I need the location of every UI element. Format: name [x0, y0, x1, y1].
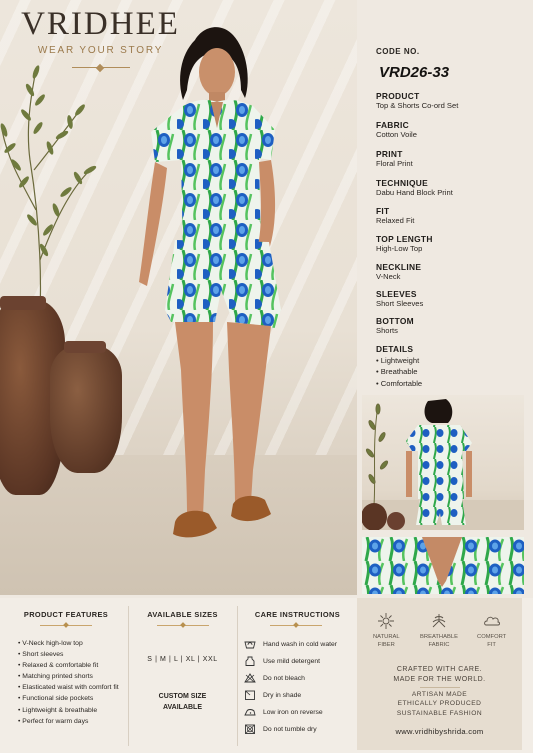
size-list: S | M | L | XL | XXL: [147, 656, 218, 663]
badge-comfort-fit: COMFORT FIT: [468, 612, 516, 649]
spec-print: PRINT Floral Print: [376, 149, 413, 168]
spec-fit: FIT Relaxed Fit: [376, 206, 415, 225]
spec-top-length: TOP LENGTH High-Low Top: [376, 234, 433, 253]
spec-neckline: NECKLINE V-Neck: [376, 262, 422, 281]
back-view-illustration: [362, 399, 524, 530]
care-item: Do not tumble dry: [244, 724, 317, 734]
mild-detergent-icon: [245, 656, 255, 666]
feature-item: Elasticated waist with comfort fit: [18, 682, 118, 693]
hero-photo: VRIDHEE WEAR YOUR STORY: [0, 0, 357, 595]
spec-product: PRODUCT Top & Shorts Co-ord Set: [376, 91, 459, 110]
features-title: PRODUCT FEATURES: [23, 610, 109, 619]
sizes-divider: [157, 623, 209, 628]
brand-badges: NATURAL FIBER BREATHABLE FABRIC COMFORT FIT: [360, 612, 518, 649]
care-item: Do not bleach: [244, 673, 305, 683]
care-item: Use mild detergent: [244, 656, 320, 666]
spec-fabric: FABRIC Cotton Voile: [376, 120, 417, 139]
terracotta-vase-small: [50, 341, 122, 473]
badge-natural-fiber: NATURAL FIBER: [362, 612, 410, 649]
brand-tagline: WEAR YOUR STORY: [37, 45, 164, 56]
breathable-fabric-icon: [432, 614, 446, 628]
tagline-divider: [72, 65, 130, 71]
website-link[interactable]: www.vridhibyshrida.com: [357, 727, 522, 736]
feature-item: Relaxed & comfortable fit: [18, 660, 119, 671]
detail-item: Comfortable: [376, 378, 422, 389]
comfort-fit-icon: [483, 616, 500, 626]
detail-item: Lightweight: [376, 355, 422, 366]
crafted-statement: CRAFTED WITH CARE. MADE FOR THE WORLD.: [393, 666, 486, 683]
spec-bottom: BOTTOM Shorts: [376, 316, 414, 335]
features-list: V-Neck high-low top Short sleeves Relaxe…: [18, 638, 119, 727]
features-divider: [40, 623, 92, 628]
sizes-title: AVAILABLE SIZES: [147, 610, 218, 619]
statement-divider: [420, 687, 460, 688]
details-list: Lightweight Breathable Comfortable: [376, 355, 422, 389]
code-value: VRD26-33: [379, 64, 450, 81]
artisan-statement: ARTISAN MADE ETHICALLY PRODUCED SUSTAINA…: [396, 691, 483, 717]
product-sheet: VRIDHEE WEAR YOUR STORY CODE NO. VRD26-3…: [0, 0, 533, 753]
hand-wash-icon: [244, 641, 256, 649]
feature-item: Lightweight & breathable: [18, 705, 119, 716]
no-tumble-dry-icon: [245, 724, 255, 734]
detail-item: Breathable: [376, 366, 422, 377]
olive-plant-illustration: [0, 65, 97, 316]
feature-item: V-Neck high-low top: [18, 638, 119, 649]
model-illustration: [139, 27, 281, 538]
spec-details-label: DETAILS: [376, 344, 414, 354]
back-view-photo: [362, 395, 524, 530]
care-divider: [270, 623, 322, 628]
care-item: Dry in shade: [244, 690, 301, 700]
dry-in-shade-icon: [245, 690, 255, 700]
badge-breathable-fabric: BREATHABLE FABRIC: [415, 612, 463, 649]
feature-item: Perfect for warm days: [18, 716, 119, 727]
care-item: Low iron on reverse: [244, 707, 323, 717]
column-divider: [128, 606, 129, 746]
spec-sleeves: SLEEVES Short Sleeves: [376, 289, 424, 308]
feature-item: Matching printed shorts: [18, 671, 119, 682]
care-title: CARE INSTRUCTIONS: [254, 610, 341, 619]
spec-technique: TECHNIQUE Dabu Hand Block Print: [376, 178, 453, 197]
column-divider: [237, 606, 238, 746]
low-iron-icon: [244, 709, 256, 716]
feature-item: Functional side pockets: [18, 693, 119, 704]
care-item: Hand wash in cold water: [244, 639, 337, 649]
natural-fiber-icon: [378, 613, 395, 629]
feature-item: Short sleeves: [18, 649, 119, 660]
code-label: CODE NO.: [376, 47, 420, 56]
neckline-closeup-illustration: [362, 537, 524, 594]
neckline-closeup-photo: [362, 537, 524, 594]
no-bleach-icon: [244, 673, 256, 683]
custom-size-note: CUSTOM SIZE AVAILABLE: [158, 693, 207, 711]
brand-logo: VRIDHEE: [21, 6, 180, 42]
